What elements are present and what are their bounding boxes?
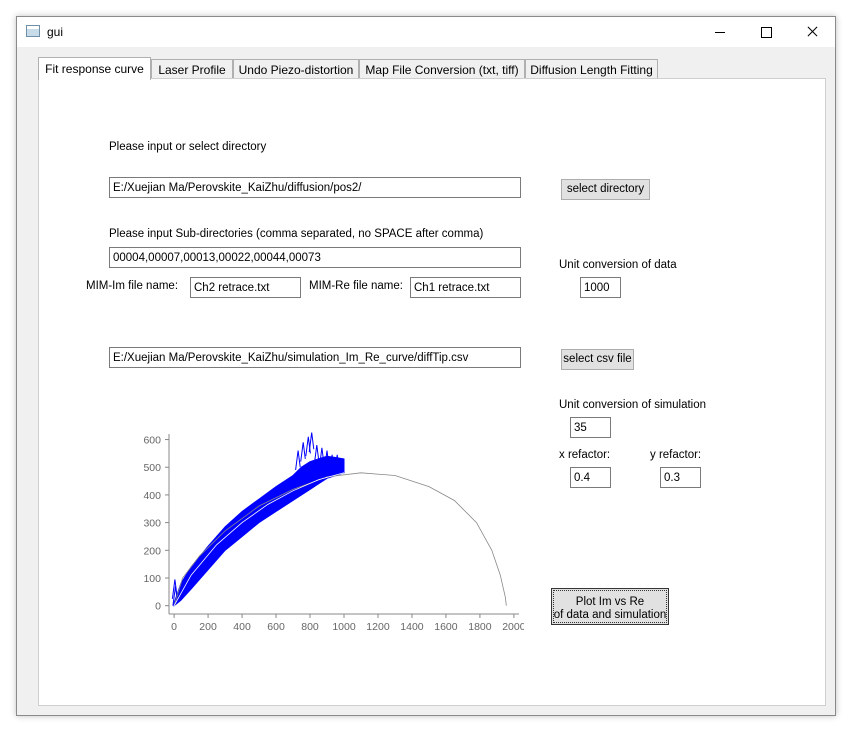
directory-label: Please input or select directory bbox=[109, 141, 267, 153]
x-tick-label: 200 bbox=[199, 621, 217, 633]
x-tick-label: 1200 bbox=[366, 621, 390, 633]
x-tick-label: 2000 bbox=[502, 621, 524, 633]
y-tick-label: 500 bbox=[143, 462, 161, 474]
y-tick-label: 400 bbox=[143, 490, 161, 502]
tab-fit-response-curve[interactable]: Fit response curve bbox=[38, 57, 151, 80]
mim-im-label: MIM-Im file name: bbox=[86, 280, 179, 292]
plot-button[interactable]: Plot Im vs Re of data and simulation bbox=[551, 588, 669, 625]
y-factor-label: y refactor: bbox=[650, 449, 702, 461]
fit-curve bbox=[173, 472, 345, 606]
window-title: gui bbox=[47, 25, 64, 39]
x-factor-input[interactable] bbox=[570, 467, 611, 488]
data-spike bbox=[300, 442, 306, 462]
y-tick-label: 0 bbox=[155, 601, 161, 613]
tab-undo-piezo-distortion[interactable]: Undo Piezo-distortion bbox=[233, 59, 359, 79]
app-window: gui Fit response curve Laser Profile Und… bbox=[16, 16, 836, 716]
x-tick-label: 1800 bbox=[468, 621, 492, 633]
unit-sim-label: Unit conversion of simulation bbox=[559, 399, 707, 411]
x-tick-label: 1000 bbox=[332, 621, 356, 633]
close-icon[interactable] bbox=[789, 17, 835, 47]
y-factor-input[interactable] bbox=[660, 467, 701, 488]
mim-re-input[interactable] bbox=[410, 277, 521, 298]
directory-input[interactable] bbox=[109, 177, 521, 198]
x-tick-label: 1600 bbox=[434, 621, 458, 633]
plot-button-line2: of data and simulation bbox=[553, 608, 667, 621]
minimize-icon[interactable] bbox=[697, 17, 743, 47]
im-re-plot: 0 200 400 600 800 1000 1200 1400 1600 1800 2000 0 10… bbox=[143, 432, 524, 633]
y-tick-label: 100 bbox=[143, 573, 161, 585]
unit-sim-input[interactable] bbox=[570, 417, 611, 438]
x-tick-label: 1400 bbox=[400, 621, 424, 633]
select-directory-button[interactable]: select directory bbox=[561, 179, 650, 200]
tab-laser-profile[interactable]: Laser Profile bbox=[151, 59, 233, 79]
tab-map-file-conversion[interactable]: Map File Conversion (txt, tiff) bbox=[359, 59, 525, 79]
x-tick-label: 400 bbox=[233, 621, 251, 633]
y-tick-label: 200 bbox=[143, 545, 161, 557]
select-csv-button[interactable]: select csv file bbox=[561, 349, 634, 370]
x-tick-label: 800 bbox=[301, 621, 319, 633]
plot-button-line1: Plot Im vs Re bbox=[575, 595, 645, 608]
data-spike bbox=[308, 432, 315, 453]
x-tick-label: 0 bbox=[171, 621, 177, 633]
unit-data-label: Unit conversion of data bbox=[559, 259, 677, 271]
subdir-label: Please input Sub-directories (comma sepa… bbox=[109, 228, 484, 240]
unit-data-input[interactable] bbox=[580, 277, 621, 298]
mim-re-label: MIM-Re file name: bbox=[309, 280, 403, 292]
tab-panel: Please input or select directory select … bbox=[38, 78, 826, 706]
x-factor-label: x refactor: bbox=[559, 449, 611, 461]
data-spike bbox=[295, 450, 301, 471]
window-app-icon bbox=[26, 25, 40, 37]
csv-file-input[interactable] bbox=[109, 347, 521, 368]
y-tick-label: 600 bbox=[143, 435, 161, 447]
x-tick-label: 600 bbox=[267, 621, 285, 633]
subdir-input[interactable] bbox=[109, 247, 521, 268]
y-tick-label: 300 bbox=[143, 518, 161, 530]
maximize-icon[interactable] bbox=[743, 17, 789, 47]
tab-diffusion-length-fitting[interactable]: Diffusion Length Fitting bbox=[525, 59, 658, 79]
title-bar: gui bbox=[17, 17, 835, 47]
data-band bbox=[173, 455, 345, 607]
mim-im-input[interactable] bbox=[190, 277, 301, 298]
